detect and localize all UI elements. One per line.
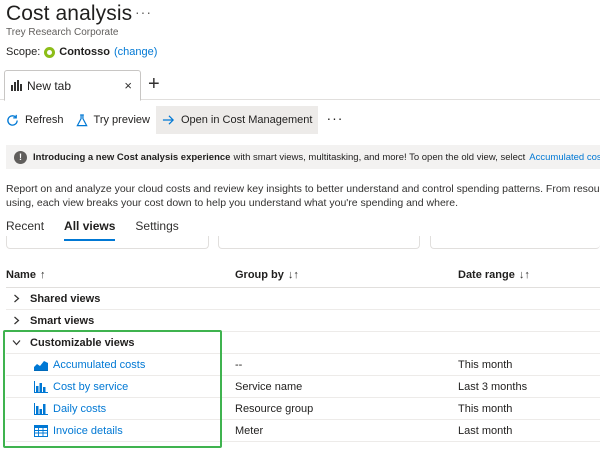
tab-label: New tab	[27, 78, 72, 93]
bar-chart-icon	[34, 380, 48, 393]
view-link-invoice-details[interactable]: Invoice details	[53, 425, 123, 437]
column-header-label: Name	[6, 268, 36, 281]
scope-name: Contosso	[59, 46, 110, 58]
scope-label: Scope:	[6, 46, 41, 58]
table-row[interactable]: Accumulated costs -- This month	[6, 354, 600, 376]
description-line-1: Report on and analyze your cloud costs a…	[6, 183, 600, 195]
area-chart-icon	[34, 359, 48, 371]
command-bar: Refresh Try preview Open in Cost Managem…	[0, 105, 600, 135]
try-preview-label: Try preview	[93, 114, 150, 126]
page-subtitle: Trey Research Corporate	[6, 27, 119, 38]
bar-chart-icon	[34, 402, 48, 415]
open-cost-management-button[interactable]: Open in Cost Management	[155, 106, 319, 134]
column-header-date-range[interactable]: Date range ↓↑	[458, 269, 600, 281]
table-icon	[34, 424, 48, 437]
column-header-name[interactable]: Name ↑	[6, 269, 235, 281]
column-header-group-by[interactable]: Group by ↓↑	[235, 269, 458, 281]
table-header: Name ↑ Group by ↓↑ Date range ↓↑	[6, 262, 600, 288]
chevron-right-icon[interactable]	[8, 316, 24, 325]
open-cost-management-label: Open in Cost Management	[180, 114, 313, 126]
add-tab-icon[interactable]: +	[148, 73, 160, 96]
more-options-icon[interactable]: ···	[135, 4, 152, 20]
group-by-cell: Service name	[235, 380, 303, 393]
group-row-shared-views[interactable]: Shared views	[6, 288, 600, 310]
tab-bar: New tab × +	[0, 70, 600, 101]
table-row[interactable]: Daily costs Resource group This month	[6, 398, 600, 420]
sort-ascending-icon: ↑	[39, 268, 46, 281]
view-link-accumulated-costs[interactable]: Accumulated costs	[53, 359, 145, 371]
date-range-cell: This month	[458, 402, 513, 415]
accumulated-costs-link[interactable]: Accumulated costs.	[529, 152, 600, 163]
view-card	[430, 236, 600, 249]
table-row[interactable]: Cost by service Service name Last 3 mont…	[6, 376, 600, 398]
view-link-daily-costs[interactable]: Daily costs	[53, 403, 106, 415]
info-banner-title: Introducing a new Cost analysis experien…	[33, 151, 231, 163]
group-row-customizable-views[interactable]: Customizable views	[6, 332, 600, 354]
date-range-cell: This month	[458, 358, 513, 371]
refresh-icon	[7, 114, 18, 126]
group-label: Customizable views	[30, 336, 135, 349]
management-group-icon	[44, 46, 56, 58]
view-card	[6, 236, 209, 249]
group-by-cell: Resource group	[235, 402, 314, 415]
group-by-cell: Meter	[235, 424, 264, 437]
group-label: Shared views	[30, 292, 101, 305]
date-range-cell: Last 3 months	[458, 380, 528, 393]
scope-change-link[interactable]: (change)	[114, 46, 157, 58]
date-range-cell: Last month	[458, 424, 513, 437]
close-tab-icon[interactable]: ×	[124, 78, 132, 93]
group-row-smart-views[interactable]: Smart views	[6, 310, 600, 332]
sort-icon: ↓↑	[518, 268, 530, 281]
group-label: Smart views	[30, 314, 95, 327]
group-by-cell: --	[235, 358, 243, 371]
info-banner: ! Introducing a new Cost analysis experi…	[6, 145, 600, 169]
view-card	[218, 236, 420, 249]
info-icon: !	[14, 150, 27, 164]
refresh-label: Refresh	[25, 114, 64, 126]
toolbar-more-icon[interactable]: ···	[318, 110, 351, 126]
view-link-cost-by-service[interactable]: Cost by service	[53, 381, 128, 393]
table-row[interactable]: Invoice details Meter Last month	[6, 420, 600, 442]
arrow-right-icon	[162, 115, 174, 125]
views-table: Name ↑ Group by ↓↑ Date range ↓↑ Shared …	[6, 262, 600, 442]
scope-row: Scope: Contosso (change)	[6, 46, 157, 58]
page-description: Report on and analyze your cloud costs a…	[6, 182, 600, 210]
flask-icon	[75, 113, 88, 126]
chevron-right-icon[interactable]	[8, 294, 24, 303]
info-banner-text: with smart views, multitasking, and more…	[233, 151, 526, 163]
try-preview-button[interactable]: Try preview	[70, 106, 156, 134]
tab-new-tab[interactable]: New tab ×	[4, 70, 141, 101]
chart-icon	[11, 80, 23, 91]
chevron-down-icon[interactable]	[8, 339, 24, 346]
sort-icon: ↓↑	[287, 268, 299, 281]
page-title: Cost analysis	[6, 2, 133, 25]
description-line-2: using, each view breaks your cost down t…	[6, 197, 459, 209]
column-header-label: Group by	[235, 268, 284, 281]
column-header-label: Date range	[458, 268, 515, 281]
refresh-button[interactable]: Refresh	[0, 106, 70, 134]
